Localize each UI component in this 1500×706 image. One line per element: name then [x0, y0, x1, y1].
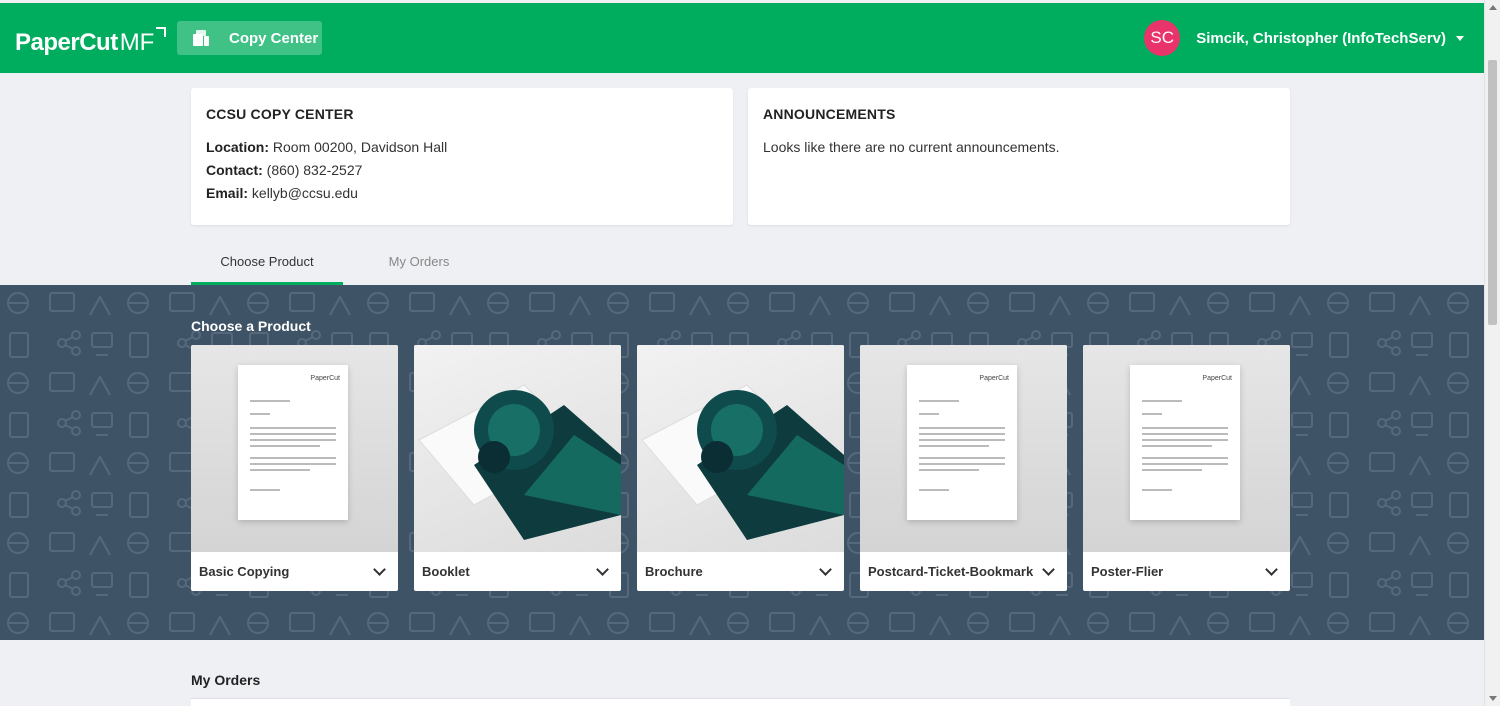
- brochure-preview: [418, 384, 621, 540]
- copy-center-title: CCSU COPY CENTER: [206, 106, 354, 122]
- product-band: Choose a Product PaperCut Basic Copying: [0, 285, 1484, 640]
- scroll-thumb[interactable]: [1488, 60, 1497, 325]
- document-preview: PaperCut: [1130, 365, 1240, 520]
- product-label: Postcard-Ticket-Bookmark: [868, 564, 1034, 579]
- product-thumbnail: [414, 345, 621, 552]
- tab-bar: Choose Product My Orders: [191, 245, 495, 285]
- papercut-logo[interactable]: PaperCut MF: [15, 23, 167, 63]
- product-card-booklet[interactable]: Booklet: [414, 345, 621, 591]
- my-orders-title: My Orders: [191, 672, 261, 688]
- product-card-basic-copying[interactable]: PaperCut Basic Copying: [191, 345, 398, 591]
- choose-product-title: Choose a Product: [191, 318, 311, 334]
- product-label-row[interactable]: Postcard-Ticket-Bookmark: [860, 552, 1067, 591]
- avatar: SC: [1144, 20, 1181, 56]
- product-thumbnail: PaperCut: [1083, 345, 1290, 552]
- chevron-down-icon[interactable]: [1265, 563, 1278, 576]
- top-header: PaperCut MF Copy Center SC Simcik, Chris…: [0, 3, 1484, 73]
- product-thumbnail: PaperCut: [191, 345, 398, 552]
- product-label: Basic Copying: [199, 564, 290, 579]
- product-thumbnail: PaperCut: [860, 345, 1067, 552]
- logo-mark-icon: [156, 27, 167, 37]
- contact-line: Contact: (860) 832-2527: [206, 159, 718, 182]
- scroll-up-icon[interactable]: [1489, 5, 1497, 10]
- product-label-row[interactable]: Poster-Flier: [1083, 552, 1290, 591]
- chevron-down-icon[interactable]: [1042, 563, 1055, 576]
- tab-choose-product[interactable]: Choose Product: [191, 245, 343, 285]
- doc-brand: PaperCut: [1202, 375, 1232, 382]
- user-name: Simcik, Christopher (InfoTechServ): [1196, 29, 1446, 47]
- announcements-card: ANNOUNCEMENTS Looks like there are no cu…: [748, 88, 1290, 225]
- page-scrollbar[interactable]: [1484, 0, 1500, 706]
- product-card-brochure[interactable]: Brochure: [637, 345, 844, 591]
- product-label-row[interactable]: Basic Copying: [191, 552, 398, 591]
- chevron-down-icon[interactable]: [373, 563, 386, 576]
- product-label: Poster-Flier: [1091, 564, 1164, 579]
- announcements-message: Looks like there are no current announce…: [763, 139, 1060, 155]
- doc-brand: PaperCut: [310, 375, 340, 382]
- logo-mf: MF: [119, 29, 155, 56]
- contact-label: Contact:: [206, 162, 263, 178]
- copy-center-button[interactable]: Copy Center: [177, 21, 322, 55]
- contact-value: (860) 832-2527: [266, 162, 363, 178]
- announcements-title: ANNOUNCEMENTS: [763, 106, 896, 122]
- email-line: Email: kellyb@ccsu.edu: [206, 182, 718, 205]
- product-label: Brochure: [645, 564, 703, 579]
- product-label: Booklet: [422, 564, 470, 579]
- location-value: Room 00200, Davidson Hall: [272, 139, 448, 155]
- chevron-down-icon[interactable]: [819, 563, 832, 576]
- scroll-down-icon[interactable]: [1489, 696, 1497, 701]
- my-orders-panel: [191, 698, 1290, 706]
- user-menu[interactable]: SC Simcik, Christopher (InfoTechServ): [1144, 20, 1464, 56]
- product-thumbnail: [637, 345, 844, 552]
- location-label: Location:: [206, 139, 269, 155]
- email-label: Email:: [206, 185, 249, 201]
- brochure-preview: [641, 384, 844, 540]
- copier-icon: [193, 30, 209, 46]
- tab-my-orders[interactable]: My Orders: [343, 245, 495, 285]
- email-value: kellyb@ccsu.edu: [251, 185, 358, 201]
- chevron-down-icon[interactable]: [596, 563, 609, 576]
- doc-brand: PaperCut: [979, 375, 1009, 382]
- location-line: Location: Room 00200, Davidson Hall: [206, 136, 718, 159]
- product-label-row[interactable]: Booklet: [414, 552, 621, 591]
- copy-center-info-card: CCSU COPY CENTER Location: Room 00200, D…: [191, 88, 733, 225]
- copy-center-label: Copy Center: [229, 29, 319, 47]
- product-label-row[interactable]: Brochure: [637, 552, 844, 591]
- document-preview: PaperCut: [238, 365, 348, 520]
- product-card-postcard-ticket-bookmark[interactable]: PaperCut Postcard-Ticket-Bookmark: [860, 345, 1067, 591]
- logo-text: PaperCut: [15, 29, 118, 56]
- caret-down-icon: [1456, 35, 1464, 41]
- product-card-poster-flier[interactable]: PaperCut Poster-Flier: [1083, 345, 1290, 591]
- document-preview: PaperCut: [907, 365, 1017, 520]
